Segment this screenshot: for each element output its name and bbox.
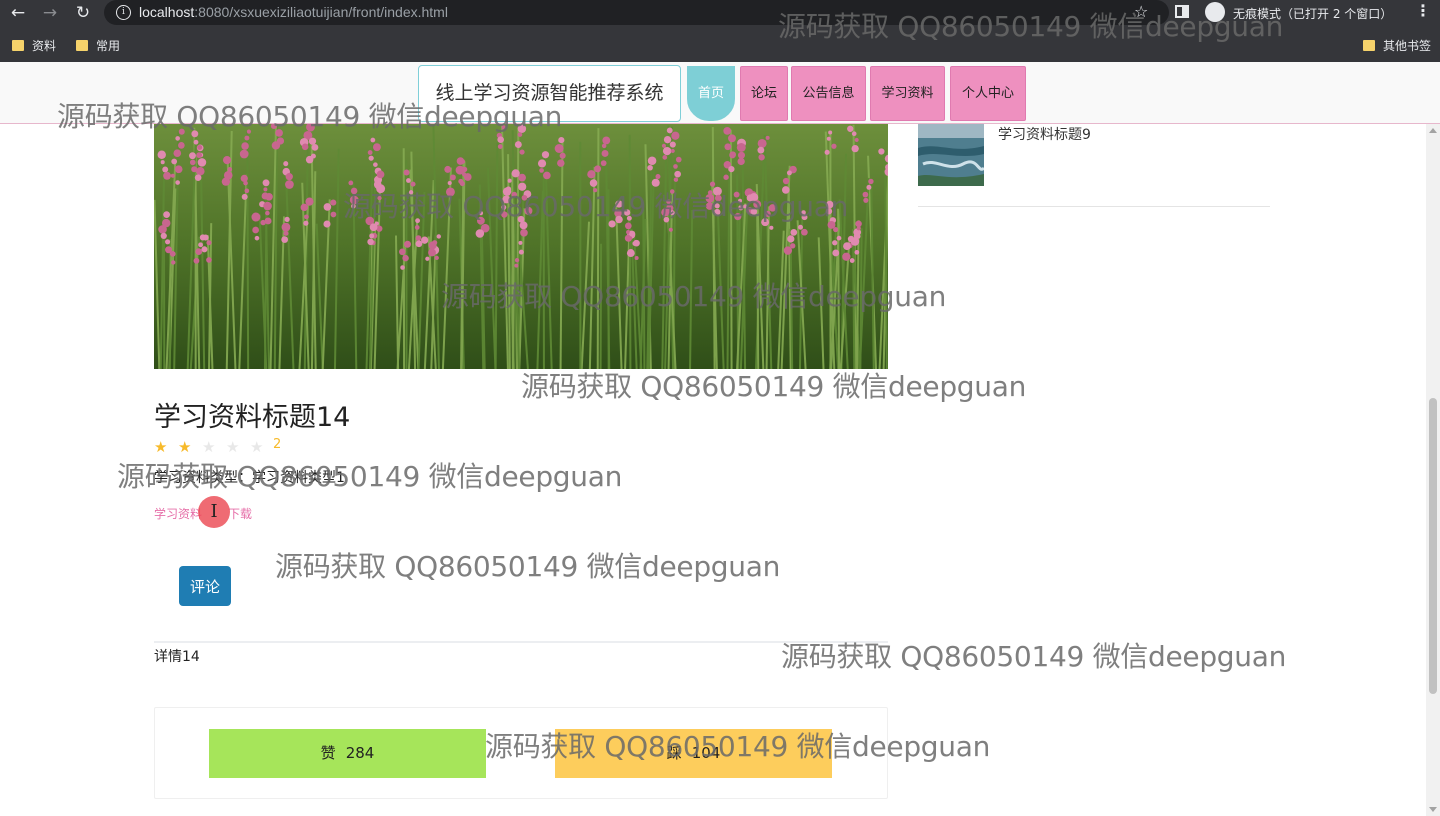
divider <box>154 641 888 643</box>
star-icon[interactable]: ★ <box>202 438 217 456</box>
nav-study-materials[interactable]: 学习资料 <box>870 66 945 121</box>
star-icon[interactable]: ★ <box>154 438 169 456</box>
star-rating[interactable]: ★ ★ ★ ★ ★ 2 <box>154 437 281 456</box>
nav-forum[interactable]: 论坛 <box>740 66 788 121</box>
material-title: 学习资料标题14 <box>154 402 351 433</box>
bookmark-item[interactable]: 常用 <box>76 37 120 54</box>
folder-icon <box>12 40 24 51</box>
detail-content: 详情14 <box>154 649 200 665</box>
url-text[interactable]: localhost:8080/xsxuexiziliaotuijian/fron… <box>139 4 448 20</box>
watermark: 源码获取 QQ86050149 微信deepguan <box>117 460 623 493</box>
nav-announcements[interactable]: 公告信息 <box>791 66 866 121</box>
thumbup-label: 赞 <box>320 744 336 762</box>
thumbup-button[interactable]: 赞 284 <box>209 729 486 778</box>
text-cursor-icon: I <box>198 496 230 528</box>
star-icon[interactable]: ★ <box>250 438 265 456</box>
watermark: 源码获取 QQ86050149 微信deepguan <box>57 100 563 133</box>
info-icon[interactable]: i <box>116 5 131 20</box>
other-bookmarks[interactable]: 其他书签 <box>1363 37 1431 54</box>
bookmark-label: 资料 <box>32 39 57 53</box>
material-image <box>154 124 888 369</box>
nav-home[interactable]: 首页 <box>687 66 735 121</box>
scroll-down-icon[interactable] <box>1429 807 1437 812</box>
comment-button[interactable]: 评论 <box>179 566 231 606</box>
watermark: 源码获取 QQ86050149 微信deepguan <box>521 370 1027 403</box>
scrollbar[interactable] <box>1426 124 1440 816</box>
watermark: 源码获取 QQ86050149 微信deepguan <box>781 640 1287 673</box>
bookmark-label: 其他书签 <box>1383 39 1432 53</box>
bookmark-label: 常用 <box>96 39 121 53</box>
star-icon[interactable]: ★ <box>226 438 241 456</box>
reload-icon[interactable]: ↻ <box>71 2 95 24</box>
watermark: 源码获取 QQ86050149 微信deepguan <box>485 730 991 763</box>
bookmark-item[interactable]: 资料 <box>12 37 56 54</box>
menu-icon[interactable]: ⋮ <box>1415 1 1431 20</box>
thumbup-count: 284 <box>345 744 375 762</box>
scroll-thumb[interactable] <box>1429 398 1437 694</box>
watermark: 源码获取 QQ86050149 微信deepguan <box>441 280 947 313</box>
star-icon[interactable]: ★ <box>178 438 193 456</box>
folder-icon <box>76 40 88 51</box>
watermark: 源码获取 QQ86050149 微信deepguan <box>275 550 781 583</box>
watermark: 源码获取 QQ86050149 微信deepguan <box>778 10 1284 43</box>
forward-icon[interactable]: → <box>38 2 62 24</box>
download-prefix: 学习资料 <box>154 507 203 521</box>
recommend-title[interactable]: 学习资料标题9 <box>998 124 1091 144</box>
recommend-thumbnail[interactable] <box>918 124 984 186</box>
page: ← → ↻ i localhost:8080/xsxuexiziliaotuij… <box>0 0 1440 816</box>
folder-icon <box>1363 40 1375 51</box>
scroll-up-icon[interactable] <box>1429 128 1437 133</box>
download-suffix: 下载 <box>228 507 253 521</box>
nav-personal-center[interactable]: 个人中心 <box>950 66 1026 121</box>
url-host: localhost <box>139 4 195 20</box>
rating-score: 2 <box>273 437 282 452</box>
divider <box>918 206 1270 207</box>
watermark: 源码获取 QQ86050149 微信deepguan <box>343 190 849 223</box>
back-icon[interactable]: ← <box>6 2 30 24</box>
url-path: :8080/xsxuexiziliaotuijian/front/index.h… <box>194 4 448 20</box>
